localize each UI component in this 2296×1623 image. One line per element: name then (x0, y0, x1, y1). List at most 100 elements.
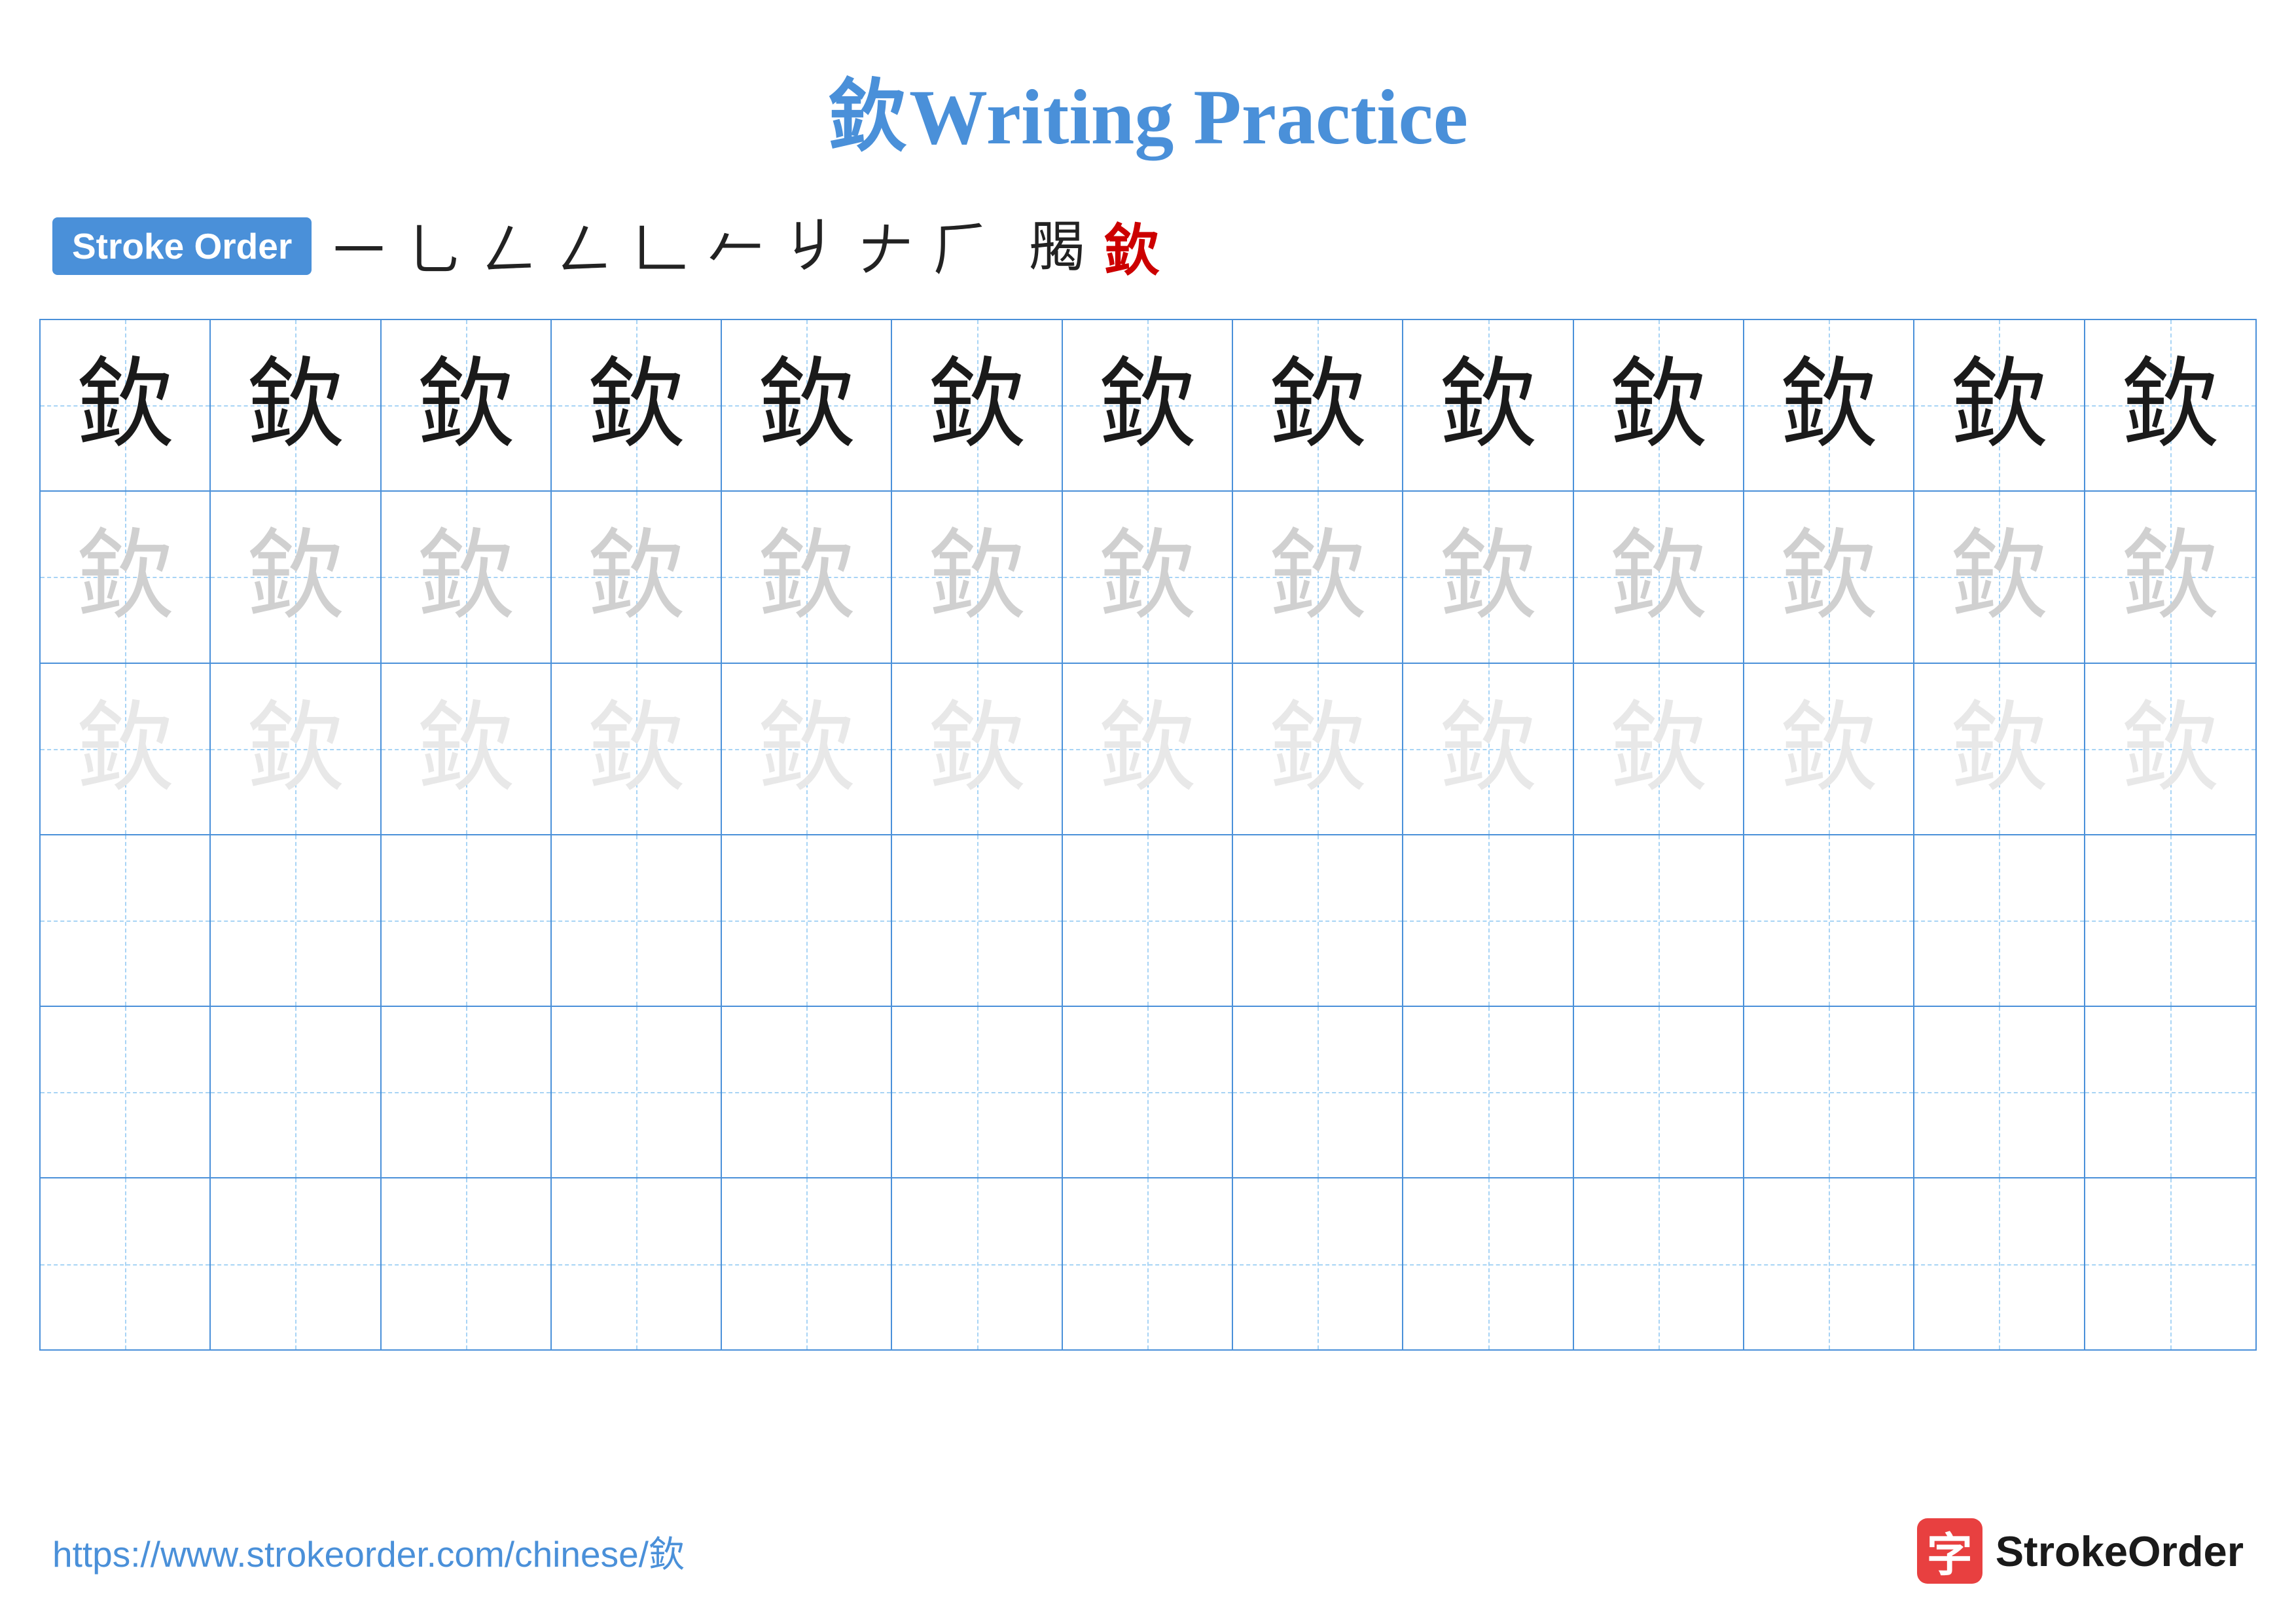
grid-cell-1-2[interactable]: 欽 (382, 492, 552, 662)
grid-cell-0-7[interactable]: 欽 (1233, 320, 1403, 490)
grid-cell-2-11[interactable]: 欽 (1914, 664, 2085, 834)
grid-cell-4-9[interactable] (1574, 1007, 1744, 1177)
grid-cell-5-7[interactable] (1233, 1178, 1403, 1349)
grid-cell-3-1[interactable] (211, 835, 381, 1006)
grid-cell-4-11[interactable] (1914, 1007, 2085, 1177)
grid-cell-5-10[interactable] (1744, 1178, 1914, 1349)
cell-character: 欽 (928, 528, 1026, 626)
cell-character: 欽 (757, 356, 855, 454)
grid-cell-1-6[interactable]: 欽 (1063, 492, 1233, 662)
grid-cell-5-8[interactable] (1403, 1178, 1573, 1349)
cell-character: 欽 (417, 700, 515, 798)
cell-character: 欽 (587, 356, 685, 454)
grid-cell-2-6[interactable]: 欽 (1063, 664, 1233, 834)
grid-cell-5-5[interactable] (892, 1178, 1062, 1349)
grid-cell-1-3[interactable]: 欽 (552, 492, 722, 662)
cell-character: 欽 (2121, 528, 2219, 626)
stroke-order-badge: Stroke Order (52, 217, 312, 275)
grid-cell-4-0[interactable] (41, 1007, 211, 1177)
grid-cell-1-9[interactable]: 欽 (1574, 492, 1744, 662)
grid-cell-4-5[interactable] (892, 1007, 1062, 1177)
grid-cell-1-8[interactable]: 欽 (1403, 492, 1573, 662)
cell-character: 欽 (1098, 528, 1196, 626)
grid-cell-2-0[interactable]: 欽 (41, 664, 211, 834)
grid-cell-3-4[interactable] (722, 835, 892, 1006)
cell-character: 欽 (2121, 356, 2219, 454)
grid-cell-4-7[interactable] (1233, 1007, 1403, 1177)
grid-cell-1-5[interactable]: 欽 (892, 492, 1062, 662)
grid-cell-1-12[interactable]: 欽 (2085, 492, 2255, 662)
grid-cell-5-12[interactable] (2085, 1178, 2255, 1349)
grid-cell-0-10[interactable]: 欽 (1744, 320, 1914, 490)
grid-cell-1-11[interactable]: 欽 (1914, 492, 2085, 662)
grid-cell-3-11[interactable] (1914, 835, 2085, 1006)
grid-cell-4-12[interactable] (2085, 1007, 2255, 1177)
grid-cell-0-5[interactable]: 欽 (892, 320, 1062, 490)
cell-character: 欽 (1609, 356, 1708, 454)
grid-cell-3-10[interactable] (1744, 835, 1914, 1006)
grid-cell-5-0[interactable] (41, 1178, 211, 1349)
cell-character: 欽 (757, 700, 855, 798)
grid-cell-2-10[interactable]: 欽 (1744, 664, 1914, 834)
grid-cell-2-2[interactable]: 欽 (382, 664, 552, 834)
grid-cell-0-1[interactable]: 欽 (211, 320, 381, 490)
grid-cell-5-9[interactable] (1574, 1178, 1744, 1349)
grid-cell-5-6[interactable] (1063, 1178, 1233, 1349)
grid-cell-2-12[interactable]: 欽 (2085, 664, 2255, 834)
grid-cell-2-5[interactable]: 欽 (892, 664, 1062, 834)
footer-logo-icon: 字 (1917, 1518, 1982, 1584)
grid-cell-2-7[interactable]: 欽 (1233, 664, 1403, 834)
cell-character: 欽 (1268, 700, 1367, 798)
cell-character: 欽 (928, 700, 1026, 798)
grid-cell-0-11[interactable]: 欽 (1914, 320, 2085, 490)
grid-cell-3-12[interactable] (2085, 835, 2255, 1006)
grid-cell-0-3[interactable]: 欽 (552, 320, 722, 490)
grid-cell-3-0[interactable] (41, 835, 211, 1006)
grid-cell-2-3[interactable]: 欽 (552, 664, 722, 834)
footer-url: https://www.strokeorder.com/chinese/欽 (52, 1525, 685, 1577)
grid-cell-5-1[interactable] (211, 1178, 381, 1349)
stroke-step-6: 𠂉 (708, 206, 763, 286)
grid-cell-0-9[interactable]: 欽 (1574, 320, 1744, 490)
grid-cell-2-9[interactable]: 欽 (1574, 664, 1744, 834)
grid-cell-1-1[interactable]: 欽 (211, 492, 381, 662)
grid-cell-1-0[interactable]: 欽 (41, 492, 211, 662)
cell-character: 欽 (1780, 356, 1878, 454)
grid-cell-3-9[interactable] (1574, 835, 1744, 1006)
grid-cell-3-7[interactable] (1233, 835, 1403, 1006)
grid-cell-5-11[interactable] (1914, 1178, 2085, 1349)
grid-cell-0-6[interactable]: 欽 (1063, 320, 1233, 490)
grid-cell-1-10[interactable]: 欽 (1744, 492, 1914, 662)
grid-cell-0-2[interactable]: 欽 (382, 320, 552, 490)
grid-cell-5-3[interactable] (552, 1178, 722, 1349)
grid-cell-4-10[interactable] (1744, 1007, 1914, 1177)
grid-cell-2-1[interactable]: 欽 (211, 664, 381, 834)
grid-cell-3-2[interactable] (382, 835, 552, 1006)
grid-cell-3-3[interactable] (552, 835, 722, 1006)
grid-row-0: 欽欽欽欽欽欽欽欽欽欽欽欽欽 (41, 320, 2255, 492)
grid-cell-4-1[interactable] (211, 1007, 381, 1177)
grid-cell-3-5[interactable] (892, 835, 1062, 1006)
grid-cell-0-8[interactable]: 欽 (1403, 320, 1573, 490)
stroke-step-4: 𠃋 (557, 206, 613, 286)
grid-cell-0-12[interactable]: 欽 (2085, 320, 2255, 490)
grid-cell-1-7[interactable]: 欽 (1233, 492, 1403, 662)
grid-cell-2-8[interactable]: 欽 (1403, 664, 1573, 834)
grid-cell-1-4[interactable]: 欽 (722, 492, 892, 662)
grid-cell-4-6[interactable] (1063, 1007, 1233, 1177)
title-area: 欽 Writing Practice (0, 0, 2296, 166)
grid-cell-3-8[interactable] (1403, 835, 1573, 1006)
grid-cell-4-8[interactable] (1403, 1007, 1573, 1177)
grid-cell-5-4[interactable] (722, 1178, 892, 1349)
grid-cell-4-2[interactable] (382, 1007, 552, 1177)
grid-cell-3-6[interactable] (1063, 835, 1233, 1006)
grid-cell-0-0[interactable]: 欽 (41, 320, 211, 490)
grid-cell-4-3[interactable] (552, 1007, 722, 1177)
grid-cell-5-2[interactable] (382, 1178, 552, 1349)
cell-character: 欽 (757, 528, 855, 626)
grid-cell-2-4[interactable]: 欽 (722, 664, 892, 834)
cell-character: 欽 (1439, 528, 1537, 626)
grid-cell-0-4[interactable]: 欽 (722, 320, 892, 490)
grid-cell-4-4[interactable] (722, 1007, 892, 1177)
grid-row-1: 欽欽欽欽欽欽欽欽欽欽欽欽欽 (41, 492, 2255, 663)
